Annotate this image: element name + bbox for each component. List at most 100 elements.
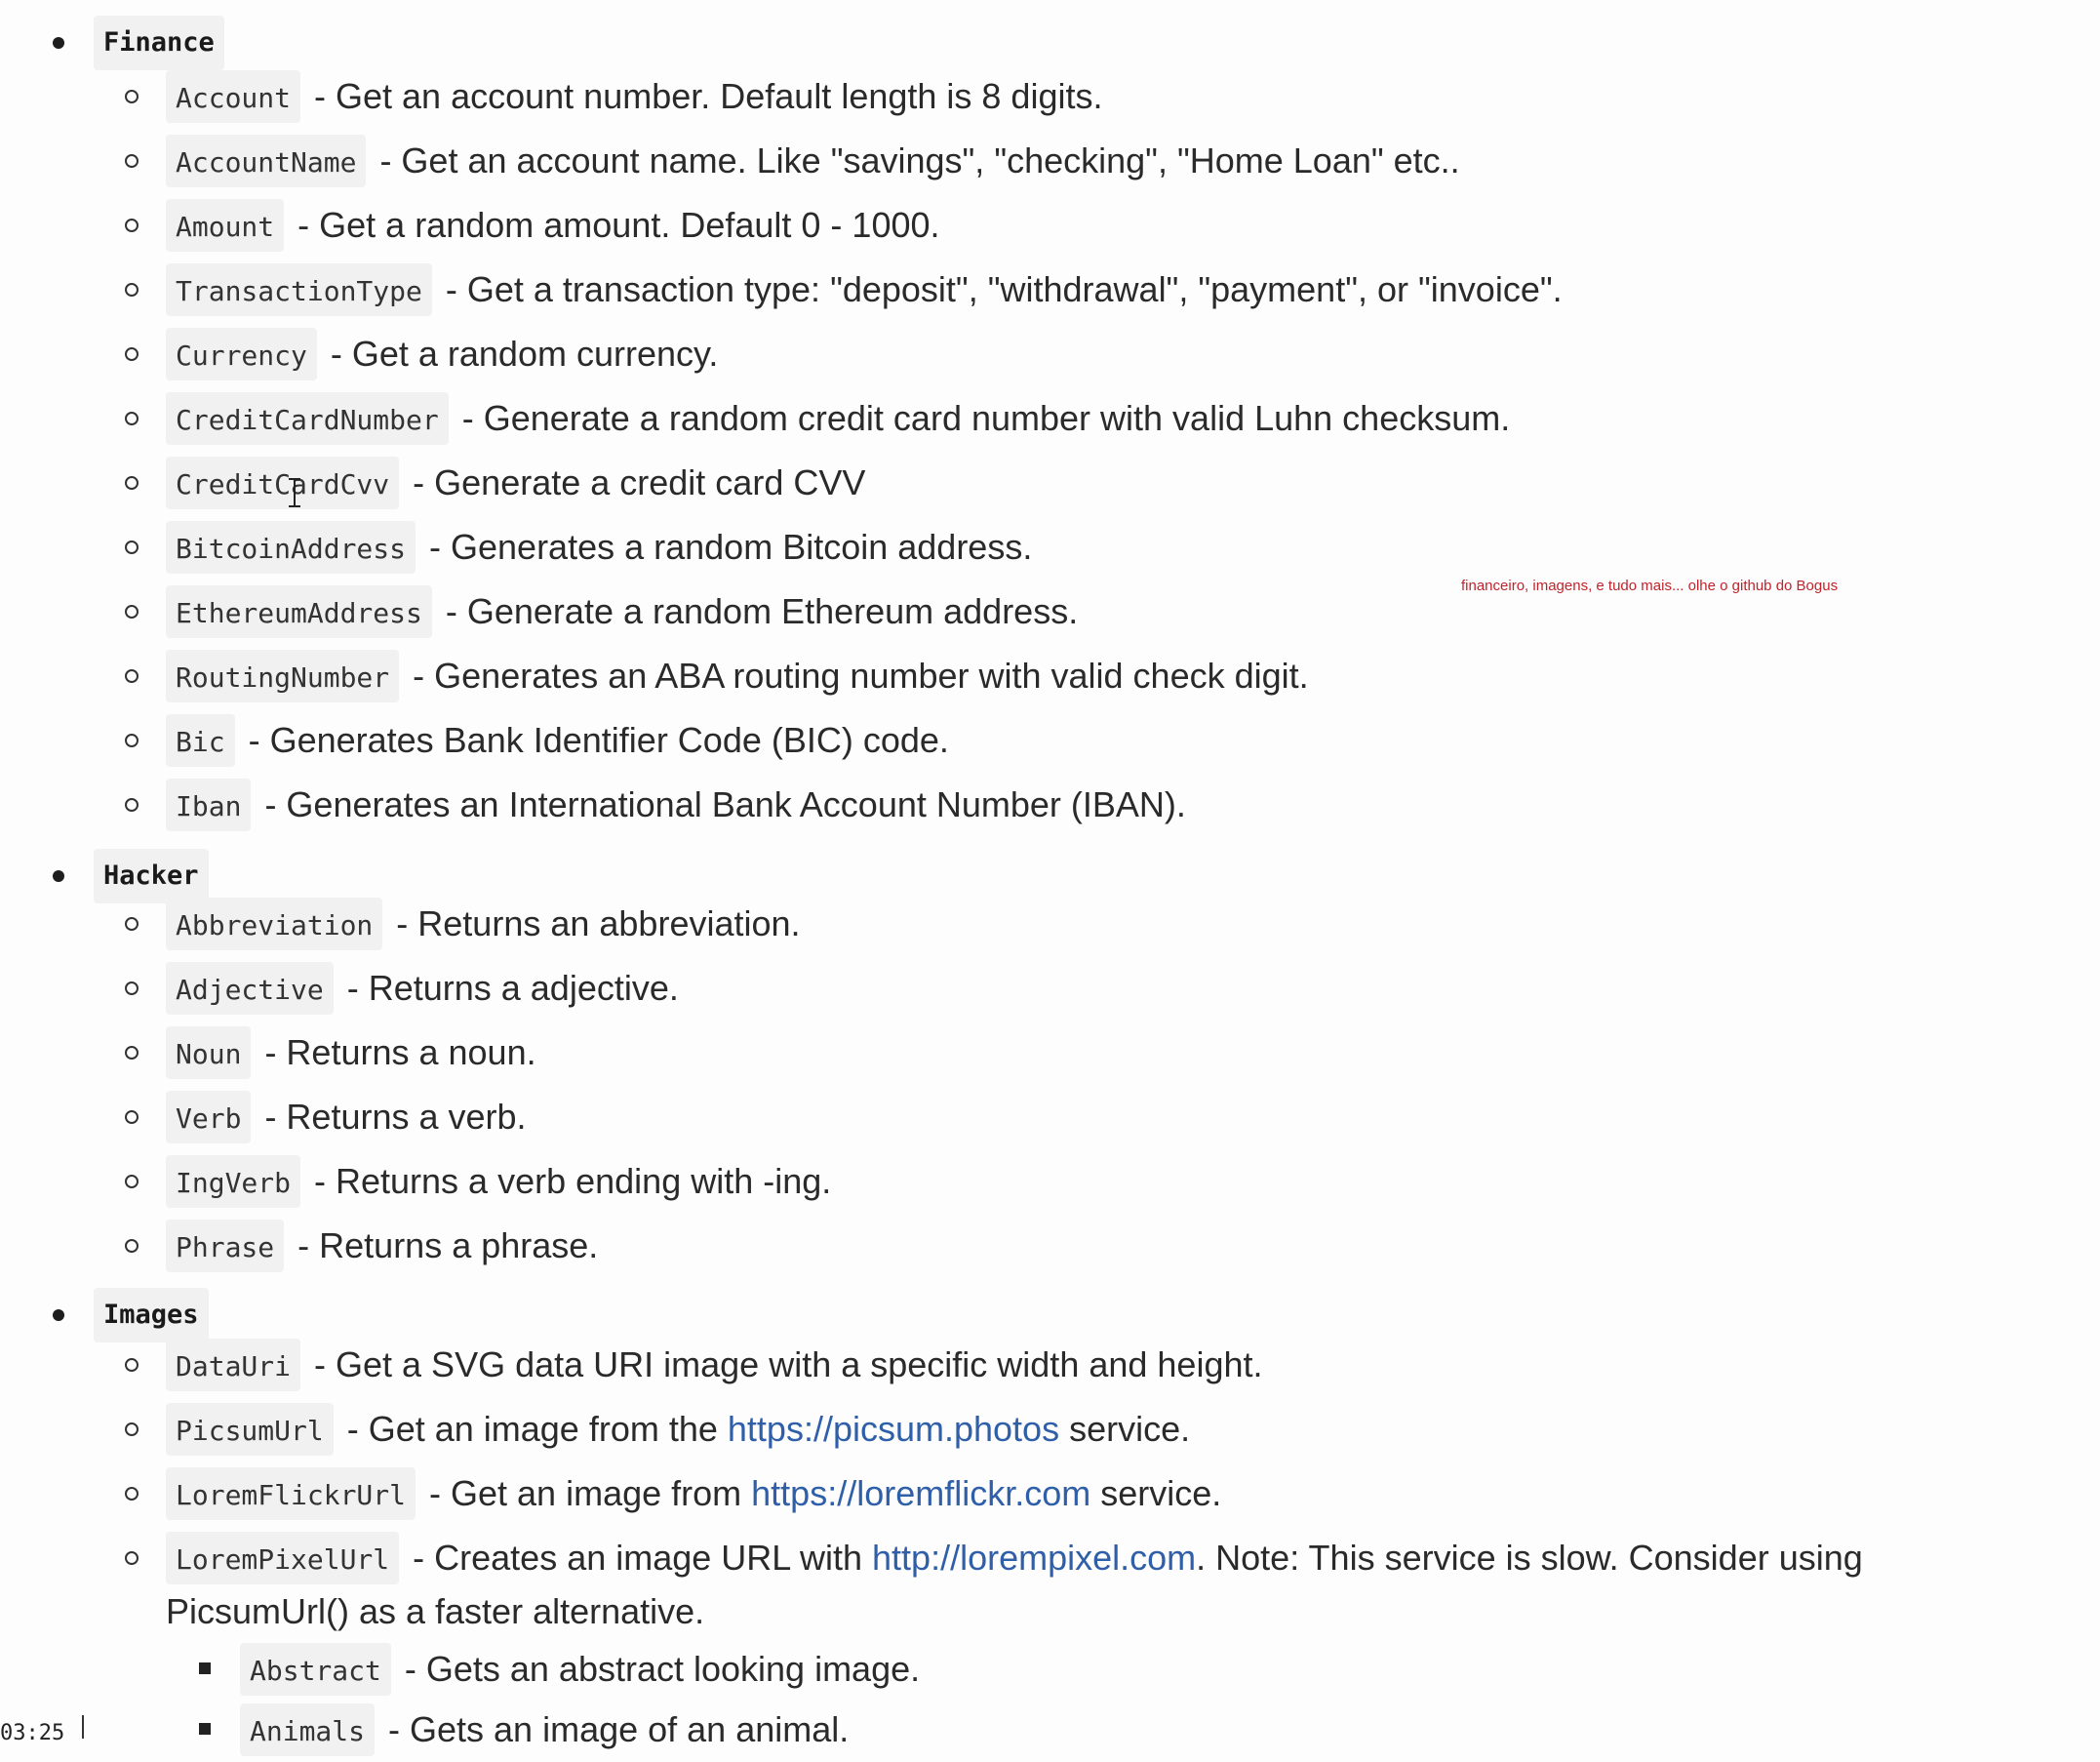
list-item-abbreviation: Abbreviation - Returns an abbreviation. [0, 892, 2100, 956]
item-description-pre: - Get an image from [429, 1473, 742, 1513]
bullet-circle [125, 669, 139, 683]
list-item-bitcoinaddress: BitcoinAddress - Generates a random Bitco… [0, 515, 2100, 580]
item-description-post: service. [1069, 1409, 1191, 1449]
item-description: - Gets an image of an animal. [388, 1709, 850, 1749]
code-creditcardnumber: CreditCardNumber [166, 392, 449, 445]
code-picsumurl: PicsumUrl [166, 1403, 334, 1456]
bullet-circle [125, 1551, 139, 1565]
loremflickr-link[interactable]: https://loremflickr.com [751, 1473, 1090, 1514]
bullet-circle [125, 605, 139, 619]
bullet-circle [125, 476, 139, 490]
bullet-disc [53, 870, 64, 882]
code-accountname: AccountName [166, 135, 367, 187]
code-loremflickrurl: LoremFlickrUrl [166, 1467, 416, 1520]
picsum-link[interactable]: https://picsum.photos [728, 1409, 1059, 1450]
code-adjective: Adjective [166, 962, 334, 1015]
list-item-noun: Noun - Returns a noun. [0, 1021, 2100, 1085]
item-description: - Returns a verb ending with -ing. [314, 1161, 832, 1201]
bullet-circle [125, 347, 139, 361]
item-description: - Returns a phrase. [297, 1225, 599, 1265]
code-ethereumaddress: EthereumAddress [166, 585, 432, 638]
bullet-circle [125, 1487, 139, 1501]
code-transactiontype: TransactionType [166, 263, 432, 316]
item-description: - Get a random currency. [330, 334, 719, 374]
text-cursor-icon [289, 478, 300, 507]
code-noun: Noun [166, 1026, 252, 1079]
bullet-circle [125, 981, 139, 995]
list-item-picsumurl: PicsumUrl - Get an image from the https:/… [0, 1397, 2100, 1462]
video-timestamp: 03:25 [0, 1721, 65, 1745]
document-page: Finance Account - Get an account number. … [0, 0, 2100, 1756]
bullet-circle [125, 1239, 139, 1253]
list-item-routingnumber: RoutingNumber - Generates an ABA routing … [0, 644, 2100, 708]
list-item-ingverb: IngVerb - Returns a verb ending with -ing… [0, 1149, 2100, 1214]
item-description: - Gets an abstract looking image. [404, 1649, 921, 1689]
code-routingnumber: RoutingNumber [166, 650, 400, 702]
bullet-circle [125, 154, 139, 168]
item-description: - Generates an ABA routing number with v… [413, 656, 1309, 696]
list-item-accountname: AccountName - Get an account name. Like "… [0, 129, 2100, 193]
item-description-pre: - Creates an image URL with [413, 1538, 863, 1578]
code-creditcardcvv: CreditCardCvv [166, 457, 400, 509]
code-amount: Amount [166, 199, 285, 252]
item-description: - Generates Bank Identifier Code (BIC) c… [248, 720, 949, 760]
code-datauri: DataUri [166, 1339, 301, 1391]
code-phrase: Phrase [166, 1220, 285, 1272]
list-item-lorempixelurl: LoremPixelUrl - Creates an image URL with… [0, 1526, 2100, 1590]
lorempixel-link[interactable]: http://lorempixel.com [872, 1538, 1196, 1579]
bullet-circle [125, 1422, 139, 1436]
code-animals: Animals [240, 1703, 376, 1756]
code-lorempixelurl: LoremPixelUrl [166, 1532, 400, 1584]
item-description: - Get a SVG data URI image with a specif… [314, 1344, 1263, 1384]
item-description: - Get a random amount. Default 0 - 1000. [297, 205, 940, 245]
bullet-disc [53, 1309, 64, 1321]
list-item-iban: Iban - Generates an International Bank Ac… [0, 773, 2100, 837]
bullet-circle [125, 798, 139, 812]
item-description: - Generates an International Bank Accoun… [264, 784, 1186, 824]
code-abstract: Abstract [240, 1643, 391, 1696]
bullet-square [199, 1723, 211, 1735]
code-bitcoinaddress: BitcoinAddress [166, 521, 416, 574]
bullet-circle [125, 1175, 139, 1188]
item-description-wrap: PicsumUrl() as a faster alternative. [166, 1591, 705, 1631]
section-heading-finance: Finance [94, 16, 224, 70]
sub-list-item-abstract: Abstract - Gets an abstract looking image… [0, 1637, 2100, 1702]
list-item-loremflickrurl: LoremFlickrUrl - Get an image from https:… [0, 1462, 2100, 1526]
item-description-pre: - Get an image from the [346, 1409, 718, 1449]
item-description: - Generate a random Ethereum address. [445, 591, 1079, 631]
item-description: - Generate a credit card CVV [413, 462, 866, 502]
code-bic: Bic [166, 714, 235, 767]
bullet-circle [125, 1110, 139, 1124]
code-account: Account [166, 70, 301, 123]
list-item-bic: Bic - Generates Bank Identifier Code (BIC… [0, 708, 2100, 773]
list-item-creditcardnumber: CreditCardNumber - Generate a random cred… [0, 386, 2100, 451]
code-iban: Iban [166, 779, 252, 831]
list-item-adjective: Adjective - Returns a adjective. [0, 956, 2100, 1021]
bullet-circle [125, 283, 139, 297]
item-description: - Returns an abbreviation. [396, 903, 801, 943]
bullet-circle [125, 90, 139, 103]
bullet-circle [125, 1358, 139, 1372]
bullet-circle [125, 917, 139, 931]
item-description-post: . Note: This service is slow. Consider u… [1196, 1538, 1863, 1578]
list-item-account: Account - Get an account number. Default … [0, 64, 2100, 129]
item-description: - Generate a random credit card number w… [461, 398, 1511, 438]
bullet-circle [125, 219, 139, 232]
sub-list-item-animals: Animals - Gets an image of an animal. [0, 1698, 2100, 1762]
item-description: - Get an account number. Default length … [314, 76, 1103, 116]
bullet-disc [53, 37, 64, 49]
item-description: - Returns a verb. [264, 1097, 527, 1137]
timeline-marker [82, 1715, 84, 1739]
item-description: - Get a transaction type: "deposit", "wi… [445, 269, 1563, 309]
list-item-creditcardcvv: CreditCardCvv - Generate a credit card CV… [0, 451, 2100, 515]
item-description: - Returns a noun. [264, 1032, 536, 1072]
list-item-phrase: Phrase - Returns a phrase. [0, 1214, 2100, 1278]
list-item-currency: Currency - Get a random currency. [0, 322, 2100, 386]
red-annotation-note: financeiro, imagens, e tudo mais... olhe… [1461, 578, 1839, 594]
bullet-circle [125, 734, 139, 747]
bullet-circle [125, 541, 139, 554]
item-description-post: service. [1100, 1473, 1222, 1513]
bullet-circle [125, 1046, 139, 1060]
bullet-circle [125, 412, 139, 425]
list-item-datauri: DataUri - Get a SVG data URI image with a… [0, 1333, 2100, 1397]
